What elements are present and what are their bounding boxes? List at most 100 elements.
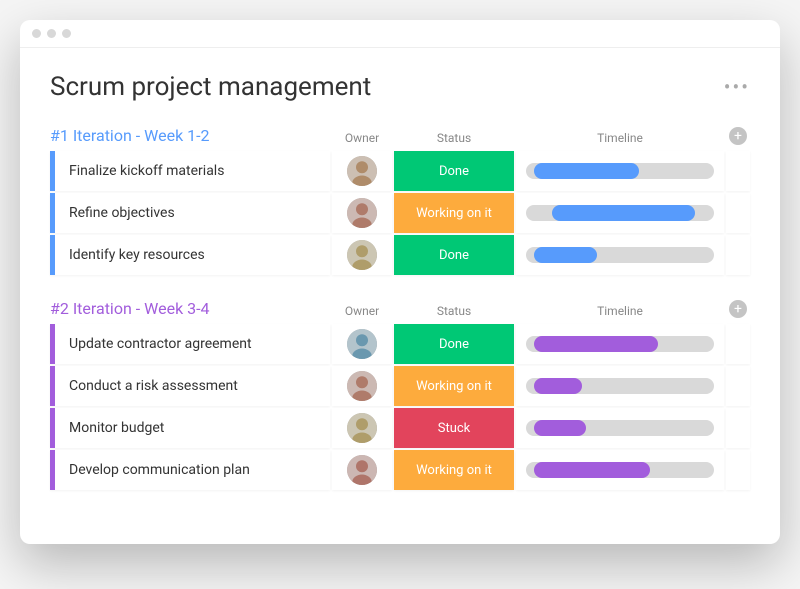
- timeline-bar: [534, 336, 658, 352]
- column-header-timeline[interactable]: Timeline: [516, 131, 724, 145]
- owner-cell[interactable]: [332, 324, 392, 364]
- status-cell[interactable]: Working on it: [394, 450, 514, 490]
- status-label: Done: [439, 164, 469, 179]
- timeline-bar: [534, 420, 587, 436]
- table-row: Conduct a risk assessment Working on it: [50, 366, 750, 406]
- timeline-cell[interactable]: [516, 151, 724, 191]
- owner-cell[interactable]: [332, 366, 392, 406]
- timeline-cell[interactable]: [516, 366, 724, 406]
- status-cell[interactable]: Working on it: [394, 366, 514, 406]
- row-end-cell: [726, 193, 750, 233]
- timeline-track: [526, 205, 714, 221]
- task-name-cell[interactable]: Monitor budget: [50, 408, 330, 448]
- status-label: Done: [439, 248, 469, 263]
- timeline-cell[interactable]: [516, 324, 724, 364]
- task-name-cell[interactable]: Identify key resources: [50, 235, 330, 275]
- table-row: Finalize kickoff materials Done: [50, 151, 750, 191]
- task-name-cell[interactable]: Finalize kickoff materials: [50, 151, 330, 191]
- task-name-cell[interactable]: Update contractor agreement: [50, 324, 330, 364]
- table-row: Refine objectives Working on it: [50, 193, 750, 233]
- avatar: [347, 455, 377, 485]
- plus-icon[interactable]: +: [729, 127, 747, 145]
- column-header-owner[interactable]: Owner: [332, 304, 392, 318]
- app-window: Scrum project management ••• #1 Iteratio…: [20, 20, 780, 544]
- row-end-cell: [726, 408, 750, 448]
- task-name: Develop communication plan: [69, 462, 250, 478]
- timeline-cell[interactable]: [516, 193, 724, 233]
- table-row: Monitor budget Stuck: [50, 408, 750, 448]
- column-header-status[interactable]: Status: [394, 304, 514, 318]
- column-header-timeline[interactable]: Timeline: [516, 304, 724, 318]
- board-title: Scrum project management: [50, 72, 371, 102]
- row-end-cell: [726, 324, 750, 364]
- status-cell[interactable]: Done: [394, 151, 514, 191]
- timeline-cell[interactable]: [516, 450, 724, 490]
- avatar: [347, 413, 377, 443]
- owner-cell[interactable]: [332, 450, 392, 490]
- avatar: [347, 156, 377, 186]
- timeline-track: [526, 247, 714, 263]
- status-label: Working on it: [416, 206, 492, 221]
- status-label: Working on it: [416, 379, 492, 394]
- group-title[interactable]: #2 Iteration - Week 3-4: [50, 299, 330, 318]
- table-row: Develop communication plan Working on it: [50, 450, 750, 490]
- add-column: +: [726, 300, 750, 318]
- group: #1 Iteration - Week 1-2 Owner Status Tim…: [50, 126, 750, 275]
- owner-cell[interactable]: [332, 235, 392, 275]
- timeline-track: [526, 336, 714, 352]
- add-column: +: [726, 127, 750, 145]
- window-control-dot[interactable]: [32, 29, 41, 38]
- row-end-cell: [726, 366, 750, 406]
- timeline-cell[interactable]: [516, 408, 724, 448]
- owner-cell[interactable]: [332, 408, 392, 448]
- board-header: Scrum project management •••: [50, 72, 750, 102]
- table-row: Identify key resources Done: [50, 235, 750, 275]
- status-cell[interactable]: Done: [394, 324, 514, 364]
- more-options-button[interactable]: •••: [724, 75, 750, 99]
- timeline-track: [526, 462, 714, 478]
- task-name: Finalize kickoff materials: [69, 163, 224, 179]
- status-cell[interactable]: Done: [394, 235, 514, 275]
- column-header-owner[interactable]: Owner: [332, 131, 392, 145]
- task-name: Refine objectives: [69, 205, 175, 221]
- status-cell[interactable]: Working on it: [394, 193, 514, 233]
- row-end-cell: [726, 151, 750, 191]
- group-header: #2 Iteration - Week 3-4 Owner Status Tim…: [50, 299, 750, 318]
- group-title[interactable]: #1 Iteration - Week 1-2: [50, 126, 330, 145]
- status-label: Working on it: [416, 463, 492, 478]
- group-header: #1 Iteration - Week 1-2 Owner Status Tim…: [50, 126, 750, 145]
- task-name: Conduct a risk assessment: [69, 378, 238, 394]
- board-content: Scrum project management ••• #1 Iteratio…: [20, 48, 780, 544]
- task-name: Identify key resources: [69, 247, 205, 263]
- plus-icon[interactable]: +: [729, 300, 747, 318]
- timeline-track: [526, 378, 714, 394]
- window-control-dot[interactable]: [62, 29, 71, 38]
- window-titlebar: [20, 20, 780, 48]
- timeline-bar: [534, 378, 583, 394]
- task-name-cell[interactable]: Refine objectives: [50, 193, 330, 233]
- timeline-bar: [534, 247, 598, 263]
- timeline-cell[interactable]: [516, 235, 724, 275]
- table-row: Update contractor agreement Done: [50, 324, 750, 364]
- task-name-cell[interactable]: Conduct a risk assessment: [50, 366, 330, 406]
- owner-cell[interactable]: [332, 193, 392, 233]
- row-end-cell: [726, 235, 750, 275]
- status-label: Done: [439, 337, 469, 352]
- owner-cell[interactable]: [332, 151, 392, 191]
- avatar: [347, 371, 377, 401]
- task-name-cell[interactable]: Develop communication plan: [50, 450, 330, 490]
- task-name: Monitor budget: [69, 420, 164, 436]
- timeline-bar: [534, 163, 639, 179]
- status-cell[interactable]: Stuck: [394, 408, 514, 448]
- timeline-track: [526, 163, 714, 179]
- window-control-dot[interactable]: [47, 29, 56, 38]
- status-label: Stuck: [438, 421, 471, 436]
- avatar: [347, 198, 377, 228]
- timeline-bar: [534, 462, 651, 478]
- task-name: Update contractor agreement: [69, 336, 252, 352]
- timeline-track: [526, 420, 714, 436]
- timeline-bar: [552, 205, 695, 221]
- row-end-cell: [726, 450, 750, 490]
- column-header-status[interactable]: Status: [394, 131, 514, 145]
- avatar: [347, 240, 377, 270]
